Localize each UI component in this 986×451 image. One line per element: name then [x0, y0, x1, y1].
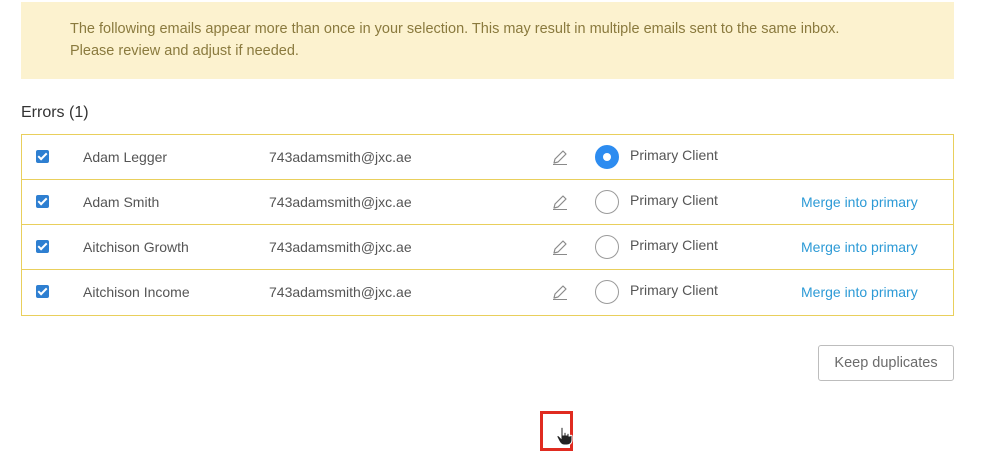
- pencil-icon[interactable]: [551, 283, 569, 301]
- row-checkbox[interactable]: [36, 240, 49, 253]
- warning-line-1: The following emails appear more than on…: [70, 21, 840, 37]
- client-email: 743adamsmith@jxc.ae: [269, 149, 412, 165]
- hand-cursor-icon: [556, 426, 573, 446]
- primary-client-label: Primary Client: [630, 282, 718, 298]
- primary-client-radio[interactable]: [595, 235, 619, 259]
- warning-line-2: Please review and adjust if needed.: [70, 43, 299, 59]
- client-name: Aitchison Income: [83, 284, 190, 300]
- primary-client-radio[interactable]: [595, 280, 619, 304]
- client-email: 743adamsmith@jxc.ae: [269, 239, 412, 255]
- pencil-icon[interactable]: [551, 148, 569, 166]
- row-checkbox[interactable]: [36, 285, 49, 298]
- primary-client-radio[interactable]: [595, 190, 619, 214]
- pencil-icon[interactable]: [551, 238, 569, 256]
- table-row: Aitchison Income 743adamsmith@jxc.ae Pri…: [22, 270, 953, 451]
- errors-table: Adam Legger 743adamsmith@jxc.ae Primary …: [21, 134, 954, 451]
- primary-client-radio[interactable]: [595, 145, 619, 169]
- client-name: Adam Legger: [83, 149, 168, 165]
- pencil-icon[interactable]: [551, 193, 569, 211]
- primary-client-label: Primary Client: [630, 147, 718, 163]
- table-row: Aitchison Growth 743adamsmith@jxc.ae Pri…: [22, 225, 953, 270]
- client-email: 743adamsmith@jxc.ae: [269, 194, 412, 210]
- client-name: Adam Smith: [83, 194, 160, 210]
- duplicate-email-warning: The following emails appear more than on…: [21, 2, 954, 79]
- table-row: Adam Legger 743adamsmith@jxc.ae Primary …: [22, 135, 953, 180]
- errors-heading: Errors (1): [21, 104, 89, 121]
- row-checkbox[interactable]: [36, 195, 49, 208]
- row-checkbox[interactable]: [36, 150, 49, 163]
- table-row: Adam Smith 743adamsmith@jxc.ae Primary C…: [22, 180, 953, 225]
- client-name: Aitchison Growth: [83, 239, 189, 255]
- primary-client-label: Primary Client: [630, 237, 718, 253]
- merge-into-primary-link[interactable]: Merge into primary: [801, 194, 918, 210]
- keep-duplicates-button[interactable]: Keep duplicates: [818, 345, 954, 381]
- primary-client-label: Primary Client: [630, 192, 718, 208]
- merge-into-primary-link[interactable]: Merge into primary: [801, 284, 918, 300]
- edit-highlight-box: [540, 411, 573, 451]
- client-email: 743adamsmith@jxc.ae: [269, 284, 412, 300]
- merge-into-primary-link[interactable]: Merge into primary: [801, 239, 918, 255]
